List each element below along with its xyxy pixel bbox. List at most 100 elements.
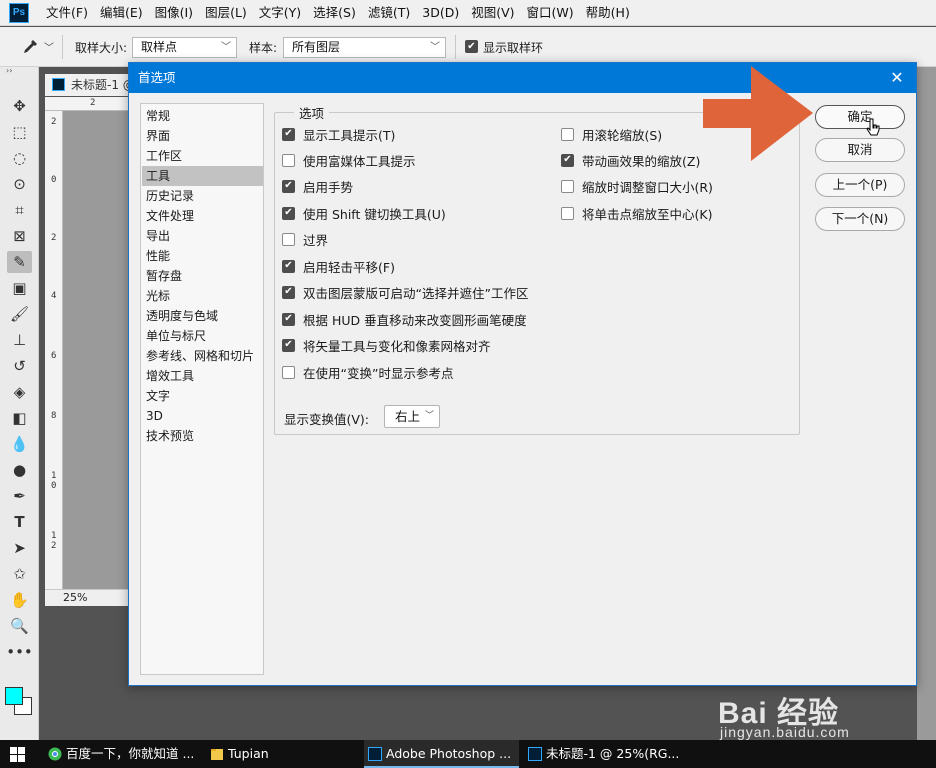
nav-item-history[interactable]: 历史记录 (142, 186, 263, 206)
checkbox[interactable] (561, 179, 574, 193)
document-tab[interactable]: 未标题-1 @ (45, 74, 140, 96)
option-gestures[interactable]: 启用手势 (282, 177, 353, 195)
nav-item-tech-preview[interactable]: 技术预览 (142, 426, 263, 446)
ok-button[interactable]: 确定 (815, 105, 905, 129)
close-icon[interactable]: ✕ (886, 63, 908, 93)
next-button[interactable]: 下一个(N) (815, 207, 905, 231)
show-ring-checkbox[interactable]: ✔ (465, 40, 478, 53)
stamp-icon[interactable]: ⊥ (7, 329, 32, 351)
checkbox[interactable] (282, 127, 295, 141)
nav-item-3d[interactable]: 3D (142, 406, 263, 426)
nav-item-type[interactable]: 文字 (142, 386, 263, 406)
brush-icon[interactable]: 🖌 (7, 303, 32, 325)
foreground-color-swatch[interactable] (5, 687, 23, 705)
taskbar-item-photoshop[interactable]: Adobe Photoshop ... (364, 740, 519, 768)
menu-filter[interactable]: 滤镜(T) (362, 0, 416, 26)
option-zoom-resizes-windows[interactable]: 缩放时调整窗口大小(R) (561, 177, 713, 195)
quick-select-icon[interactable]: ⊙ (7, 173, 32, 195)
transform-values-select[interactable]: 右上 ﹀ (384, 405, 440, 428)
path-select-icon[interactable]: ➤ (7, 537, 32, 559)
move-icon[interactable]: ✥ (7, 95, 32, 117)
healing-icon[interactable]: ▣ (7, 277, 32, 299)
nav-item-file-handling[interactable]: 文件处理 (142, 206, 263, 226)
nav-item-cursors[interactable]: 光标 (142, 286, 263, 306)
watermark-url: jingyan.baidu.com (720, 724, 850, 740)
menu-3d[interactable]: 3D(D) (416, 0, 465, 26)
nav-item-performance[interactable]: 性能 (142, 246, 263, 266)
nav-item-plugins[interactable]: 增效工具 (142, 366, 263, 386)
checkbox[interactable] (282, 232, 295, 246)
history-brush-icon[interactable]: ↺ (7, 355, 32, 377)
checkbox[interactable] (282, 179, 295, 193)
menu-help[interactable]: 帮助(H) (580, 0, 636, 26)
nav-item-general[interactable]: 常规 (142, 106, 263, 126)
checkbox[interactable] (282, 206, 295, 220)
menu-file[interactable]: 文件(F) (40, 0, 94, 26)
dodge-icon[interactable]: ● (7, 459, 32, 481)
nav-item-interface[interactable]: 界面 (142, 126, 263, 146)
zoom-level[interactable]: 25% (45, 589, 140, 606)
option-flick-panning[interactable]: 启用轻击平移(F) (282, 257, 395, 275)
nav-item-workspace[interactable]: 工作区 (142, 146, 263, 166)
taskbar-item-folder[interactable]: Tupian (206, 740, 356, 768)
checkbox[interactable] (561, 127, 574, 141)
option-transform-reference-point[interactable]: 在使用“变换”时显示参考点 (282, 363, 453, 381)
checkbox[interactable] (282, 338, 295, 352)
nav-item-units[interactable]: 单位与标尺 (142, 326, 263, 346)
pen-icon[interactable]: ✒ (7, 485, 32, 507)
more-icon[interactable]: ••• (6, 641, 33, 663)
eyedropper-icon[interactable]: ✎ (7, 251, 32, 273)
option-overscroll[interactable]: 过界 (282, 230, 328, 248)
checkbox[interactable] (282, 153, 295, 167)
zoom-icon[interactable]: 🔍 (7, 615, 32, 637)
lasso-icon[interactable]: ◌ (7, 147, 32, 169)
option-shift-switch-tool[interactable]: 使用 Shift 键切换工具(U) (282, 204, 446, 222)
menu-select[interactable]: 选择(S) (307, 0, 362, 26)
option-snap-vector-tools[interactable]: 将矢量工具与变化和像素网格对齐 (282, 336, 491, 354)
nav-item-tools[interactable]: 工具 (142, 166, 263, 186)
sample-select[interactable]: 所有图层 ﹀ (283, 37, 446, 58)
nav-item-transparency[interactable]: 透明度与色域 (142, 306, 263, 326)
nav-item-scratch-disks[interactable]: 暂存盘 (142, 266, 263, 286)
nav-item-export[interactable]: 导出 (142, 226, 263, 246)
show-ring-label: 显示取样环 (483, 41, 544, 55)
menu-view[interactable]: 视图(V) (465, 0, 520, 26)
cancel-button[interactable]: 取消 (815, 138, 905, 162)
checkbox[interactable] (561, 153, 574, 167)
option-zoom-clicked-point-to-center[interactable]: 将单击点缩放至中心(K) (561, 204, 712, 222)
menu-type[interactable]: 文字(Y) (253, 0, 307, 26)
shape-icon[interactable]: ✩ (7, 563, 32, 585)
frame-icon[interactable]: ⊠ (7, 225, 32, 247)
option-zoom-with-scroll-wheel[interactable]: 用滚轮缩放(S) (561, 125, 662, 143)
crop-icon[interactable]: ⌗ (7, 199, 32, 221)
menu-edit[interactable]: 编辑(E) (94, 0, 149, 26)
taskbar-item-browser[interactable]: 百度一下，你就知道 ... (44, 740, 204, 768)
toolbar-collapse-icon[interactable]: ›› (0, 67, 39, 77)
menu-image[interactable]: 图像(I) (149, 0, 199, 26)
nav-item-guides[interactable]: 参考线、网格和切片 (142, 346, 263, 366)
sample-size-select[interactable]: 取样点 ﹀ (132, 37, 237, 58)
type-icon[interactable]: T (7, 511, 32, 533)
menu-layer[interactable]: 图层(L) (199, 0, 253, 26)
checkbox[interactable] (561, 206, 574, 220)
eraser-icon[interactable]: ◈ (7, 381, 32, 403)
option-hud-hardness[interactable]: 根据 HUD 垂直移动来改变圆形画笔硬度 (282, 310, 527, 328)
tool-preset-caret-icon[interactable]: ﹀ (44, 39, 54, 54)
checkbox[interactable] (282, 312, 295, 326)
menu-window[interactable]: 窗口(W) (521, 0, 580, 26)
checkbox[interactable] (282, 285, 295, 299)
hand-icon[interactable]: ✋ (7, 589, 32, 611)
option-rich-tooltips[interactable]: 使用富媒体工具提示 (282, 151, 416, 169)
checkbox[interactable] (282, 259, 295, 273)
option-double-click-mask[interactable]: 双击图层蒙版可启动“选择并遮住”工作区 (282, 283, 528, 301)
option-show-tooltips[interactable]: 显示工具提示(T) (282, 125, 395, 143)
gradient-icon[interactable]: ◧ (7, 407, 32, 429)
checkbox[interactable] (282, 365, 295, 379)
windows-start-icon[interactable] (10, 747, 25, 762)
taskbar-item-document[interactable]: 未标题-1 @ 25%(RG... (524, 740, 684, 768)
eyedropper-icon[interactable] (18, 37, 40, 57)
blur-icon[interactable]: 💧 (7, 433, 32, 455)
marquee-icon[interactable]: ⬚ (7, 121, 32, 143)
option-animated-zoom[interactable]: 带动画效果的缩放(Z) (561, 151, 700, 169)
previous-button[interactable]: 上一个(P) (815, 173, 905, 197)
